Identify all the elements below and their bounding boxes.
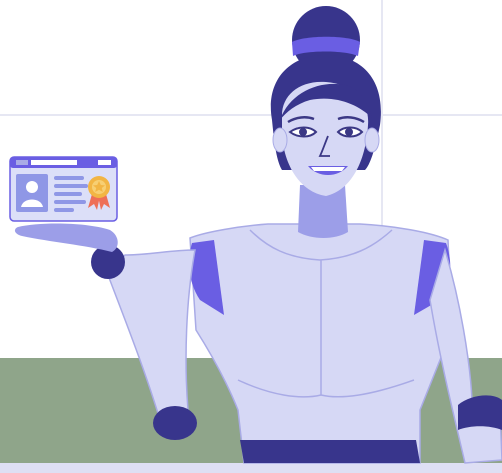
robot-id-illustration <box>0 0 502 473</box>
id-card-icon <box>9 156 118 222</box>
user-avatar-icon <box>16 174 48 212</box>
